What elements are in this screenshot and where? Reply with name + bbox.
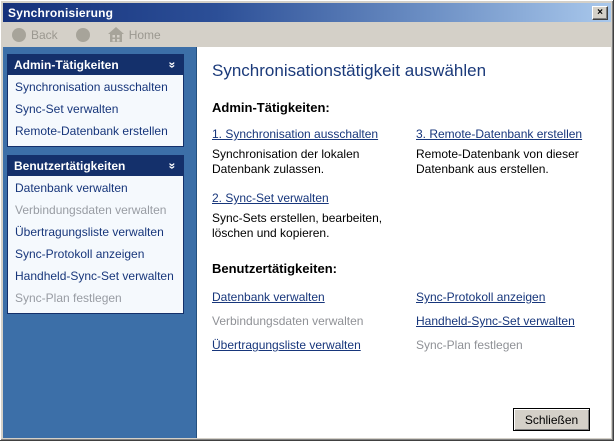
- admin-task-grid: 1. Synchronisation ausschalten Synchroni…: [212, 127, 601, 255]
- sidebar-section-benutzer: Benutzertätigkeiten » Datenbank verwalte…: [7, 155, 184, 314]
- sidebar-header-benutzer[interactable]: Benutzertätigkeiten »: [7, 155, 184, 176]
- sidebar-section-admin: Admin-Tätigkeiten » Synchronisation auss…: [7, 54, 184, 147]
- user-task-sync-plan-festlegen: Sync-Plan festlegen: [416, 338, 601, 362]
- user-task-link-uebertragungsliste-verwalten[interactable]: Übertragungsliste verwalten: [212, 338, 361, 352]
- task-link-synchronisation-ausschalten[interactable]: 1. Synchronisation ausschalten: [212, 127, 378, 141]
- home-label: Home: [129, 28, 161, 42]
- schliessen-button[interactable]: Schließen: [513, 408, 590, 431]
- task-remote-datenbank-erstellen: 3. Remote-Datenbank erstellen Remote-Dat…: [416, 127, 601, 177]
- sidebar-item-verbindungsdaten-verwalten: Verbindungsdaten verwalten: [8, 200, 183, 222]
- user-task-datenbank-verwalten: Datenbank verwalten: [212, 290, 416, 314]
- user-task-grid: Datenbank verwalten Verbindungsdaten ver…: [212, 290, 601, 362]
- titlebar: Synchronisierung ×: [3, 3, 611, 22]
- main-pane: Synchronisationstätigkeit auswählen Admi…: [197, 47, 611, 438]
- task-desc-sync-set-verwalten: Sync-Sets erstellen, bearbeiten, löschen…: [212, 211, 402, 241]
- user-task-link-datenbank-verwalten[interactable]: Datenbank verwalten: [212, 290, 325, 304]
- user-task-handheld-sync-set-verwalten: Handheld-Sync-Set verwalten: [416, 314, 601, 338]
- close-icon[interactable]: ×: [592, 6, 608, 20]
- task-synchronisation-ausschalten: 1. Synchronisation ausschalten Synchroni…: [212, 127, 416, 177]
- sidebar-header-admin-label: Admin-Tätigkeiten: [14, 58, 119, 72]
- home-button[interactable]: Home: [108, 27, 161, 42]
- window-title: Synchronisierung: [8, 6, 592, 20]
- sidebar-item-sync-protokoll-anzeigen[interactable]: Sync-Protokoll anzeigen: [8, 244, 183, 266]
- sidebar-item-uebertragungsliste-verwalten[interactable]: Übertragungsliste verwalten: [8, 222, 183, 244]
- admin-tasks-heading: Admin-Tätigkeiten:: [212, 100, 601, 115]
- toolbar: Back Home: [3, 22, 611, 47]
- back-label: Back: [31, 28, 58, 42]
- sync-dialog-window: Synchronisierung × Back Home: [0, 0, 614, 441]
- sidebar-header-admin[interactable]: Admin-Tätigkeiten »: [7, 54, 184, 75]
- sidebar-item-datenbank-verwalten[interactable]: Datenbank verwalten: [8, 178, 183, 200]
- sidebar-item-handheld-sync-set-verwalten[interactable]: Handheld-Sync-Set verwalten: [8, 266, 183, 288]
- forward-icon: [76, 28, 90, 42]
- user-task-verbindungsdaten-verwalten: Verbindungsdaten verwalten: [212, 314, 416, 338]
- user-task-uebertragungsliste-verwalten: Übertragungsliste verwalten: [212, 338, 416, 362]
- sidebar-header-benutzer-label: Benutzertätigkeiten: [14, 159, 125, 173]
- forward-button[interactable]: [76, 28, 90, 42]
- task-sync-set-verwalten: 2. Sync-Set verwalten Sync-Sets erstelle…: [212, 191, 416, 241]
- user-tasks-heading: Benutzertätigkeiten:: [212, 261, 601, 276]
- user-task-link-handheld-sync-set-verwalten[interactable]: Handheld-Sync-Set verwalten: [416, 314, 575, 328]
- sidebar-item-synchronisation-ausschalten[interactable]: Synchronisation ausschalten: [8, 77, 183, 99]
- chevron-down-icon[interactable]: »: [168, 162, 178, 169]
- back-icon: [12, 28, 26, 42]
- back-button[interactable]: Back: [12, 28, 58, 42]
- sidebar-item-sync-plan-festlegen: Sync-Plan festlegen: [8, 288, 183, 310]
- task-desc-synchronisation-ausschalten: Synchronisation der lokalen Datenbank zu…: [212, 147, 402, 177]
- task-link-sync-set-verwalten[interactable]: 2. Sync-Set verwalten: [212, 191, 329, 205]
- chevron-down-icon[interactable]: »: [168, 61, 178, 68]
- task-desc-remote-datenbank-erstellen: Remote-Datenbank von dieser Datenbank au…: [416, 147, 587, 177]
- home-icon: [108, 27, 124, 42]
- dialog-body: Admin-Tätigkeiten » Synchronisation auss…: [3, 47, 611, 438]
- sidebar-item-remote-datenbank-erstellen[interactable]: Remote-Datenbank erstellen: [8, 121, 183, 143]
- page-title: Synchronisationstätigkeit auswählen: [212, 61, 601, 81]
- user-task-link-sync-protokoll-anzeigen[interactable]: Sync-Protokoll anzeigen: [416, 290, 545, 304]
- user-task-sync-protokoll-anzeigen: Sync-Protokoll anzeigen: [416, 290, 601, 314]
- sidebar-item-sync-set-verwalten[interactable]: Sync-Set verwalten: [8, 99, 183, 121]
- sidebar: Admin-Tätigkeiten » Synchronisation auss…: [3, 47, 197, 438]
- task-link-remote-datenbank-erstellen[interactable]: 3. Remote-Datenbank erstellen: [416, 127, 582, 141]
